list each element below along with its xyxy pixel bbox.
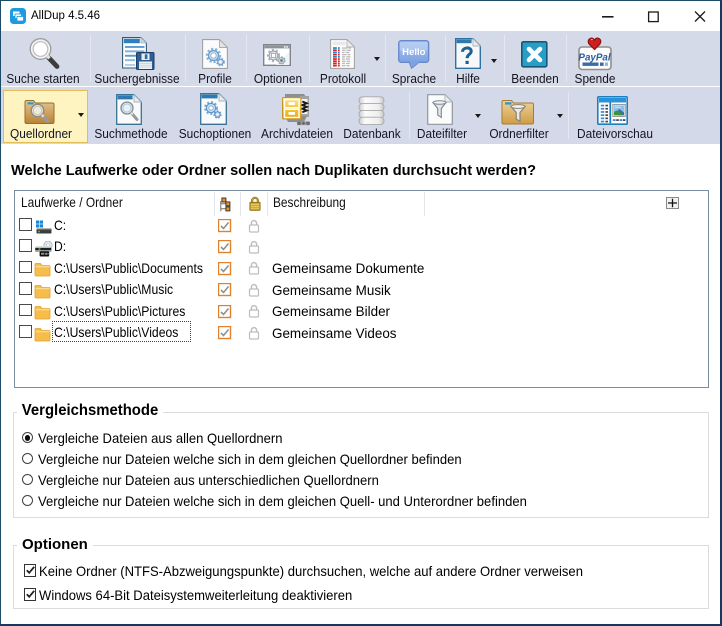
svg-text:Hello: Hello [402,47,425,58]
svg-text:PayPal: PayPal [578,53,610,64]
